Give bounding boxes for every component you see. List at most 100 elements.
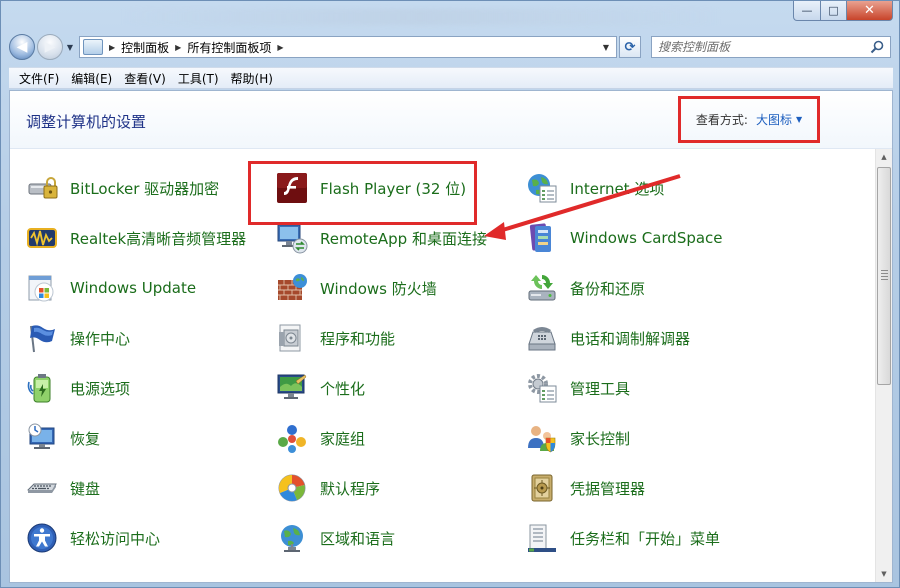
homegroup-icon <box>278 425 306 453</box>
item-label: 键盘 <box>70 479 101 498</box>
default-programs-icon <box>278 474 306 502</box>
breadcrumb-control-panel[interactable]: 控制面板 <box>121 39 169 56</box>
chevron-right-icon[interactable]: ▶ <box>277 43 283 52</box>
item-label: 家长控制 <box>570 429 631 448</box>
forward-button[interactable]: ▶ <box>37 34 63 60</box>
caret-down-icon[interactable]: ▼ <box>796 115 802 124</box>
view-by-label: 查看方式: <box>695 113 748 127</box>
item-label: Windows Update <box>70 279 197 297</box>
annotation-arrow <box>484 174 681 240</box>
close-button[interactable]: ✕ <box>847 1 893 21</box>
programs-features-icon <box>279 324 301 352</box>
credential-manager-icon <box>531 474 553 502</box>
item-label: 家庭组 <box>320 429 366 448</box>
parental-controls-icon <box>528 426 556 453</box>
item-ease-of-access[interactable]: 轻松访问中心 <box>26 519 160 557</box>
menu-help[interactable]: 帮助(H) <box>225 70 279 87</box>
region-language-icon <box>281 525 303 552</box>
phone-modem-icon <box>528 327 556 351</box>
item-programs-features[interactable]: 程序和功能 <box>276 319 395 357</box>
item-label: 凭据管理器 <box>570 479 646 498</box>
title-bar <box>121 9 721 25</box>
item-label: 管理工具 <box>570 379 631 398</box>
firewall-icon <box>278 274 307 300</box>
item-windows-firewall[interactable]: Windows 防火墙 <box>276 269 437 307</box>
ease-of-access-icon <box>27 523 57 553</box>
item-parental-controls[interactable]: 家长控制 <box>526 419 630 457</box>
scroll-up-arrow[interactable]: ▲ <box>876 149 892 165</box>
item-label: 电话和调制解调器 <box>570 329 691 348</box>
item-label: BitLocker 驱动器加密 <box>70 179 220 198</box>
menu-bar: 文件(F) 编辑(E) 查看(V) 工具(T) 帮助(H) <box>9 67 893 89</box>
item-personalization[interactable]: 个性化 <box>276 369 365 407</box>
menu-view[interactable]: 查看(V) <box>118 70 172 87</box>
recent-pages-dropdown[interactable]: ▼ <box>63 43 77 52</box>
back-button[interactable]: ◀ <box>9 34 35 60</box>
item-keyboard[interactable]: 键盘 <box>26 469 100 507</box>
item-power-options[interactable]: 电源选项 <box>26 369 130 407</box>
page-title: 调整计算机的设置 <box>26 113 147 131</box>
item-label: 区域和语言 <box>320 529 396 548</box>
item-taskbar-start-menu[interactable]: 任务栏和「开始」菜单 <box>526 519 720 557</box>
item-recovery[interactable]: 恢复 <box>26 419 100 457</box>
caption-buttons: — □ ✕ <box>793 1 893 21</box>
item-label: RemoteApp 和桌面连接 <box>320 229 487 248</box>
item-action-center[interactable]: 操作中心 <box>26 319 130 357</box>
flash-player-highlight <box>248 161 477 225</box>
content-pane: 调整计算机的设置 查看方式: 大图标 ▼ BitLocker 驱动器加密 Fla… <box>9 90 893 583</box>
menu-tools[interactable]: 工具(T) <box>172 70 225 87</box>
item-label: Windows 防火墙 <box>320 279 437 298</box>
scrollbar-grip <box>881 270 888 280</box>
item-label: Realtek高清晰音频管理器 <box>70 229 247 248</box>
refresh-button[interactable]: ⟳ <box>619 36 641 58</box>
windows-update-icon <box>28 275 54 302</box>
item-label: 程序和功能 <box>320 329 396 348</box>
control-panel-icon <box>83 39 103 55</box>
personalization-icon <box>277 374 307 399</box>
item-label: 轻松访问中心 <box>70 529 161 548</box>
item-region-language[interactable]: 区域和语言 <box>276 519 395 557</box>
chevron-right-icon[interactable]: ▶ <box>109 43 115 52</box>
item-default-programs[interactable]: 默认程序 <box>276 469 380 507</box>
content-header: 调整计算机的设置 查看方式: 大图标 ▼ <box>10 91 892 149</box>
chevron-right-icon[interactable]: ▶ <box>175 43 181 52</box>
recovery-icon <box>28 423 55 449</box>
item-label: 备份和还原 <box>570 279 646 298</box>
search-box[interactable] <box>651 36 891 58</box>
power-battery-icon <box>27 374 51 403</box>
taskbar-start-menu-icon <box>528 524 556 552</box>
keyboard-icon <box>27 483 57 493</box>
item-bitlocker[interactable]: BitLocker 驱动器加密 <box>26 169 219 207</box>
item-homegroup[interactable]: 家庭组 <box>276 419 365 457</box>
item-label: 默认程序 <box>320 479 381 498</box>
item-backup-restore[interactable]: 备份和还原 <box>526 269 645 307</box>
bitlocker-icon <box>28 177 58 199</box>
view-by-dropdown[interactable]: 大图标 <box>756 111 792 128</box>
item-windows-update[interactable]: Windows Update <box>26 269 196 307</box>
scroll-down-arrow[interactable]: ▼ <box>876 566 892 582</box>
breadcrumb-all-items[interactable]: 所有控制面板项 <box>187 39 271 56</box>
address-bar[interactable]: ▶ 控制面板 ▶ 所有控制面板项 ▶ ▼ <box>79 36 617 58</box>
view-by-highlight: 查看方式: 大图标 ▼ <box>678 96 820 143</box>
minimize-button[interactable]: — <box>793 1 821 21</box>
menu-file[interactable]: 文件(F) <box>13 70 65 87</box>
maximize-button[interactable]: □ <box>821 1 847 21</box>
address-history-dropdown[interactable]: ▼ <box>598 39 614 55</box>
action-center-flag-icon <box>30 325 55 353</box>
item-admin-tools[interactable]: 管理工具 <box>526 369 630 407</box>
menu-edit[interactable]: 编辑(E) <box>65 70 118 87</box>
realtek-audio-icon <box>27 228 57 248</box>
scrollbar-thumb[interactable] <box>877 167 891 385</box>
navigation-bar: ◀ ▶ ▼ ▶ 控制面板 ▶ 所有控制面板项 ▶ ▼ ⟳ <box>9 33 893 61</box>
control-panel-items: BitLocker 驱动器加密 Flash Player (32 位) Inte… <box>10 149 875 582</box>
search-input[interactable] <box>658 40 858 54</box>
item-realtek-audio[interactable]: Realtek高清晰音频管理器 <box>26 219 246 257</box>
item-phone-modem[interactable]: 电话和调制解调器 <box>526 319 690 357</box>
item-label: 电源选项 <box>70 379 131 398</box>
vertical-scrollbar[interactable]: ▲ ▼ <box>875 149 892 582</box>
item-label: 操作中心 <box>70 329 131 348</box>
item-credential-manager[interactable]: 凭据管理器 <box>526 469 645 507</box>
item-label: 任务栏和「开始」菜单 <box>570 529 721 548</box>
search-icon[interactable] <box>870 40 884 54</box>
item-label: 恢复 <box>70 429 101 448</box>
